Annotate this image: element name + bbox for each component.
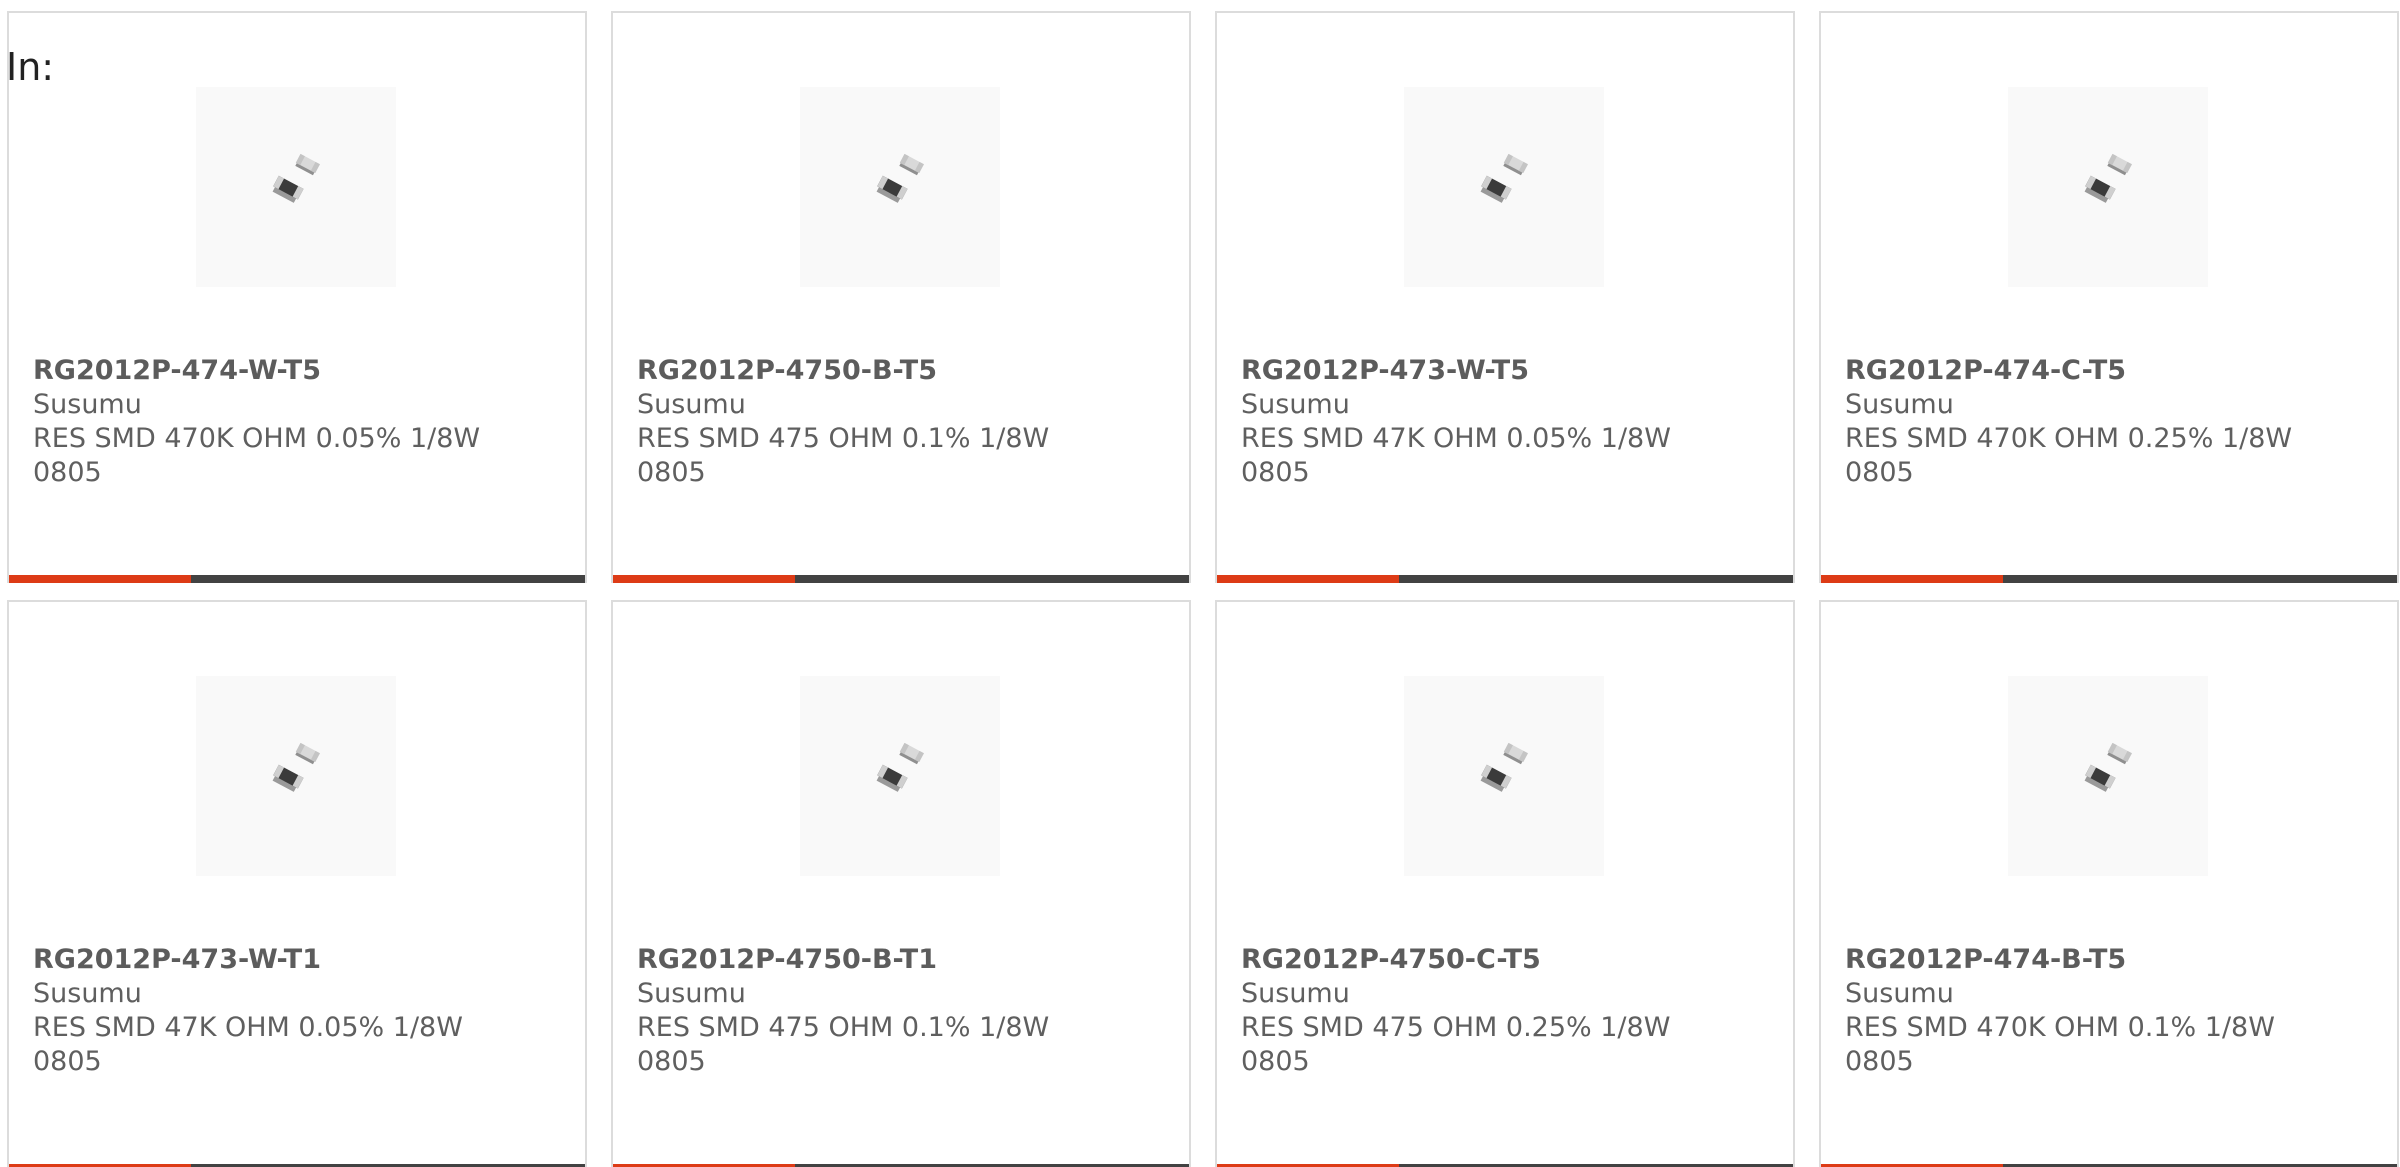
part-number[interactable]: RG2012P-474-C-T5 <box>1845 354 2365 388</box>
product-description: RES SMD 470K OHM 0.1% 1/8W 0805 <box>1845 1012 2275 1077</box>
smd-resistor-image <box>800 87 1000 287</box>
part-number[interactable]: RG2012P-4750-B-T5 <box>637 354 1157 388</box>
smd-resistor-image <box>1404 676 1604 876</box>
manufacturer: Susumu <box>33 978 142 1009</box>
product-card[interactable]: RG2012P-473-W-T5 Susumu RES SMD 47K OHM … <box>1215 11 1795 583</box>
product-description: RES SMD 475 OHM 0.25% 1/8W 0805 <box>1241 1012 1671 1077</box>
product-info: RG2012P-473-W-T5 Susumu RES SMD 47K OHM … <box>1241 354 1761 490</box>
product-card[interactable]: RG2012P-473-W-T1 Susumu RES SMD 47K OHM … <box>7 600 587 1167</box>
card-bottom-bar <box>613 575 1189 583</box>
product-info: RG2012P-4750-C-T5 Susumu RES SMD 475 OHM… <box>1241 943 1761 1079</box>
product-description: RES SMD 47K OHM 0.05% 1/8W 0805 <box>1241 423 1671 488</box>
bottom-bar-accent <box>9 575 191 583</box>
product-description: RES SMD 470K OHM 0.05% 1/8W 0805 <box>33 423 481 488</box>
product-card[interactable]: RG2012P-4750-B-T5 Susumu RES SMD 475 OHM… <box>611 11 1191 583</box>
bottom-bar-rest <box>2003 575 2397 583</box>
product-info: RG2012P-4750-B-T1 Susumu RES SMD 475 OHM… <box>637 943 1157 1079</box>
bottom-bar-accent <box>1821 575 2003 583</box>
part-number[interactable]: RG2012P-4750-B-T1 <box>637 943 1157 977</box>
smd-resistor-image <box>800 676 1000 876</box>
manufacturer: Susumu <box>1845 389 1954 420</box>
smd-resistor-image <box>196 676 396 876</box>
smd-resistor-image <box>2008 87 2208 287</box>
smd-resistor-image <box>2008 676 2208 876</box>
card-bottom-bar <box>1217 575 1793 583</box>
product-description: RES SMD 470K OHM 0.25% 1/8W 0805 <box>1845 423 2293 488</box>
smd-resistor-image <box>196 87 396 287</box>
product-card[interactable]: RG2012P-4750-C-T5 Susumu RES SMD 475 OHM… <box>1215 600 1795 1167</box>
product-description: RES SMD 475 OHM 0.1% 1/8W 0805 <box>637 1012 1050 1077</box>
product-grid: RG2012P-474-W-T5 Susumu RES SMD 470K OHM… <box>7 11 2399 1167</box>
product-description: RES SMD 475 OHM 0.1% 1/8W 0805 <box>637 423 1050 488</box>
product-card[interactable]: RG2012P-474-W-T5 Susumu RES SMD 470K OHM… <box>7 11 587 583</box>
product-card[interactable]: RG2012P-474-C-T5 Susumu RES SMD 470K OHM… <box>1819 11 2399 583</box>
product-info: RG2012P-473-W-T1 Susumu RES SMD 47K OHM … <box>33 943 553 1079</box>
part-number[interactable]: RG2012P-474-B-T5 <box>1845 943 2365 977</box>
manufacturer: Susumu <box>637 389 746 420</box>
bottom-bar-rest <box>1399 575 1793 583</box>
part-number[interactable]: RG2012P-4750-C-T5 <box>1241 943 1761 977</box>
bottom-bar-accent <box>1217 575 1399 583</box>
product-card[interactable]: RG2012P-4750-B-T1 Susumu RES SMD 475 OHM… <box>611 600 1191 1167</box>
product-description: RES SMD 47K OHM 0.05% 1/8W 0805 <box>33 1012 463 1077</box>
product-grid-page: In: RG2012P-474-W-T5 Susumu RES SMD 470K… <box>0 0 2400 1167</box>
product-info: RG2012P-474-W-T5 Susumu RES SMD 470K OHM… <box>33 354 553 490</box>
in-label: In: <box>6 45 55 89</box>
bottom-bar-accent <box>613 575 795 583</box>
manufacturer: Susumu <box>1845 978 1954 1009</box>
manufacturer: Susumu <box>1241 978 1350 1009</box>
product-card[interactable]: RG2012P-474-B-T5 Susumu RES SMD 470K OHM… <box>1819 600 2399 1167</box>
part-number[interactable]: RG2012P-473-W-T1 <box>33 943 553 977</box>
card-bottom-bar <box>9 575 585 583</box>
part-number[interactable]: RG2012P-474-W-T5 <box>33 354 553 388</box>
product-info: RG2012P-474-C-T5 Susumu RES SMD 470K OHM… <box>1845 354 2365 490</box>
manufacturer: Susumu <box>33 389 142 420</box>
manufacturer: Susumu <box>1241 389 1350 420</box>
product-info: RG2012P-474-B-T5 Susumu RES SMD 470K OHM… <box>1845 943 2365 1079</box>
bottom-bar-rest <box>795 575 1189 583</box>
product-info: RG2012P-4750-B-T5 Susumu RES SMD 475 OHM… <box>637 354 1157 490</box>
bottom-bar-rest <box>191 575 585 583</box>
smd-resistor-image <box>1404 87 1604 287</box>
card-bottom-bar <box>1821 575 2397 583</box>
part-number[interactable]: RG2012P-473-W-T5 <box>1241 354 1761 388</box>
manufacturer: Susumu <box>637 978 746 1009</box>
